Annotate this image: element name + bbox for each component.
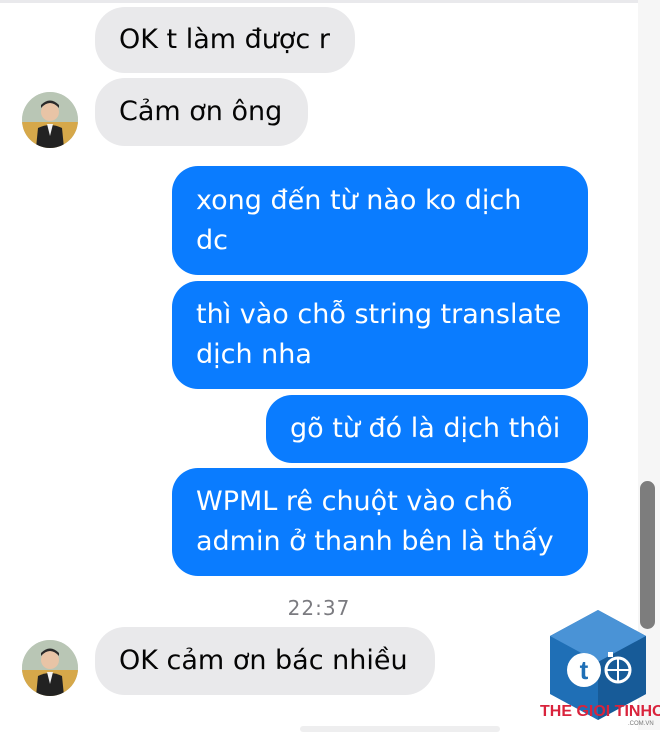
message-text: OK cảm ơn bác nhiều [119,645,408,676]
avatar-image [22,640,78,696]
message-text: OK t làm được r [119,24,330,55]
message-text: xong đến từ nào ko dịch dc [196,184,522,256]
message-incoming[interactable]: OK cảm ơn bác nhiều [95,627,435,695]
message-outgoing[interactable]: gõ từ đó là dịch thôi [266,395,588,463]
scrollbar-thumb[interactable] [640,481,655,629]
message-incoming[interactable]: Cảm ơn ông [95,78,308,146]
message-text: Cảm ơn ông [119,96,283,127]
contact-avatar[interactable] [22,92,78,148]
contact-avatar[interactable] [22,640,78,696]
message-incoming[interactable]: OK t làm được r [95,7,355,73]
message-outgoing[interactable]: WPML rê chuột vào chỗ admin ở thanh bên … [172,468,588,576]
svg-text:t: t [580,655,589,685]
message-outgoing[interactable]: thì vào chỗ string translate dịch nha [172,281,588,389]
watermark-domain: .COM.VN [628,721,654,727]
message-text: thì vào chỗ string translate dịch nha [196,299,562,370]
message-outgoing[interactable]: xong đến từ nào ko dịch dc [172,166,588,275]
next-message-hint [300,726,500,732]
avatar-image [22,92,78,148]
message-text: WPML rê chuột vào chỗ admin ở thanh bên … [196,486,554,557]
message-text: gõ từ đó là dịch thôi [290,413,561,444]
watermark-brand: THE GIOI TINHOC [540,703,660,720]
